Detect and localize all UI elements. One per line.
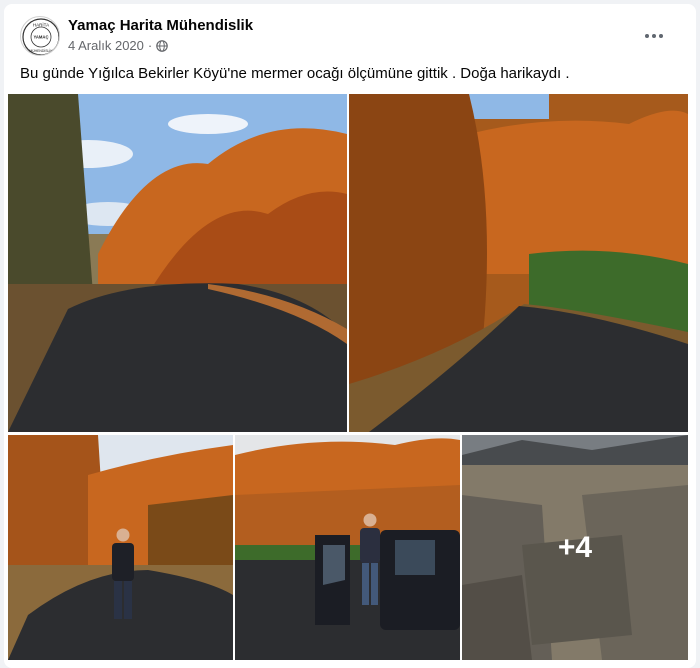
globe-icon	[156, 39, 169, 52]
road-orange-trees-photo[interactable]	[349, 94, 688, 432]
marble-quarry-photo[interactable]: +4	[462, 435, 688, 660]
more-options-icon[interactable]	[640, 24, 668, 48]
man-on-road-photo[interactable]	[8, 435, 233, 660]
post-card: HARİTA YAMAÇ MÜHENDİSLİK Yamaç Harita Mü…	[4, 4, 696, 668]
author-name[interactable]: Yamaç Harita Mühendislik	[68, 17, 253, 34]
road-autumn-forest-photo[interactable]	[8, 94, 347, 432]
avatar-logo: HARİTA YAMAÇ MÜHENDİSLİK	[22, 18, 59, 55]
svg-text:HARİTA: HARİTA	[33, 22, 49, 28]
man-by-truck-photo[interactable]	[235, 435, 460, 660]
svg-text:MÜHENDİSLİK: MÜHENDİSLİK	[29, 48, 53, 53]
more-photos-count: +4	[557, 530, 593, 564]
meta-separator: ·	[147, 38, 153, 53]
post-meta: 4 Aralık 2020 ·	[68, 38, 169, 53]
page-avatar[interactable]: HARİTA YAMAÇ MÜHENDİSLİK	[20, 16, 60, 56]
svg-text:YAMAÇ: YAMAÇ	[34, 35, 49, 40]
post-header: HARİTA YAMAÇ MÜHENDİSLİK Yamaç Harita Mü…	[20, 16, 680, 60]
more-photos-overlay[interactable]: +4	[462, 435, 688, 660]
post-caption: Bu günde Yığılca Bekirler Köyü'ne mermer…	[20, 65, 570, 82]
post-date[interactable]: 4 Aralık 2020	[68, 38, 144, 53]
